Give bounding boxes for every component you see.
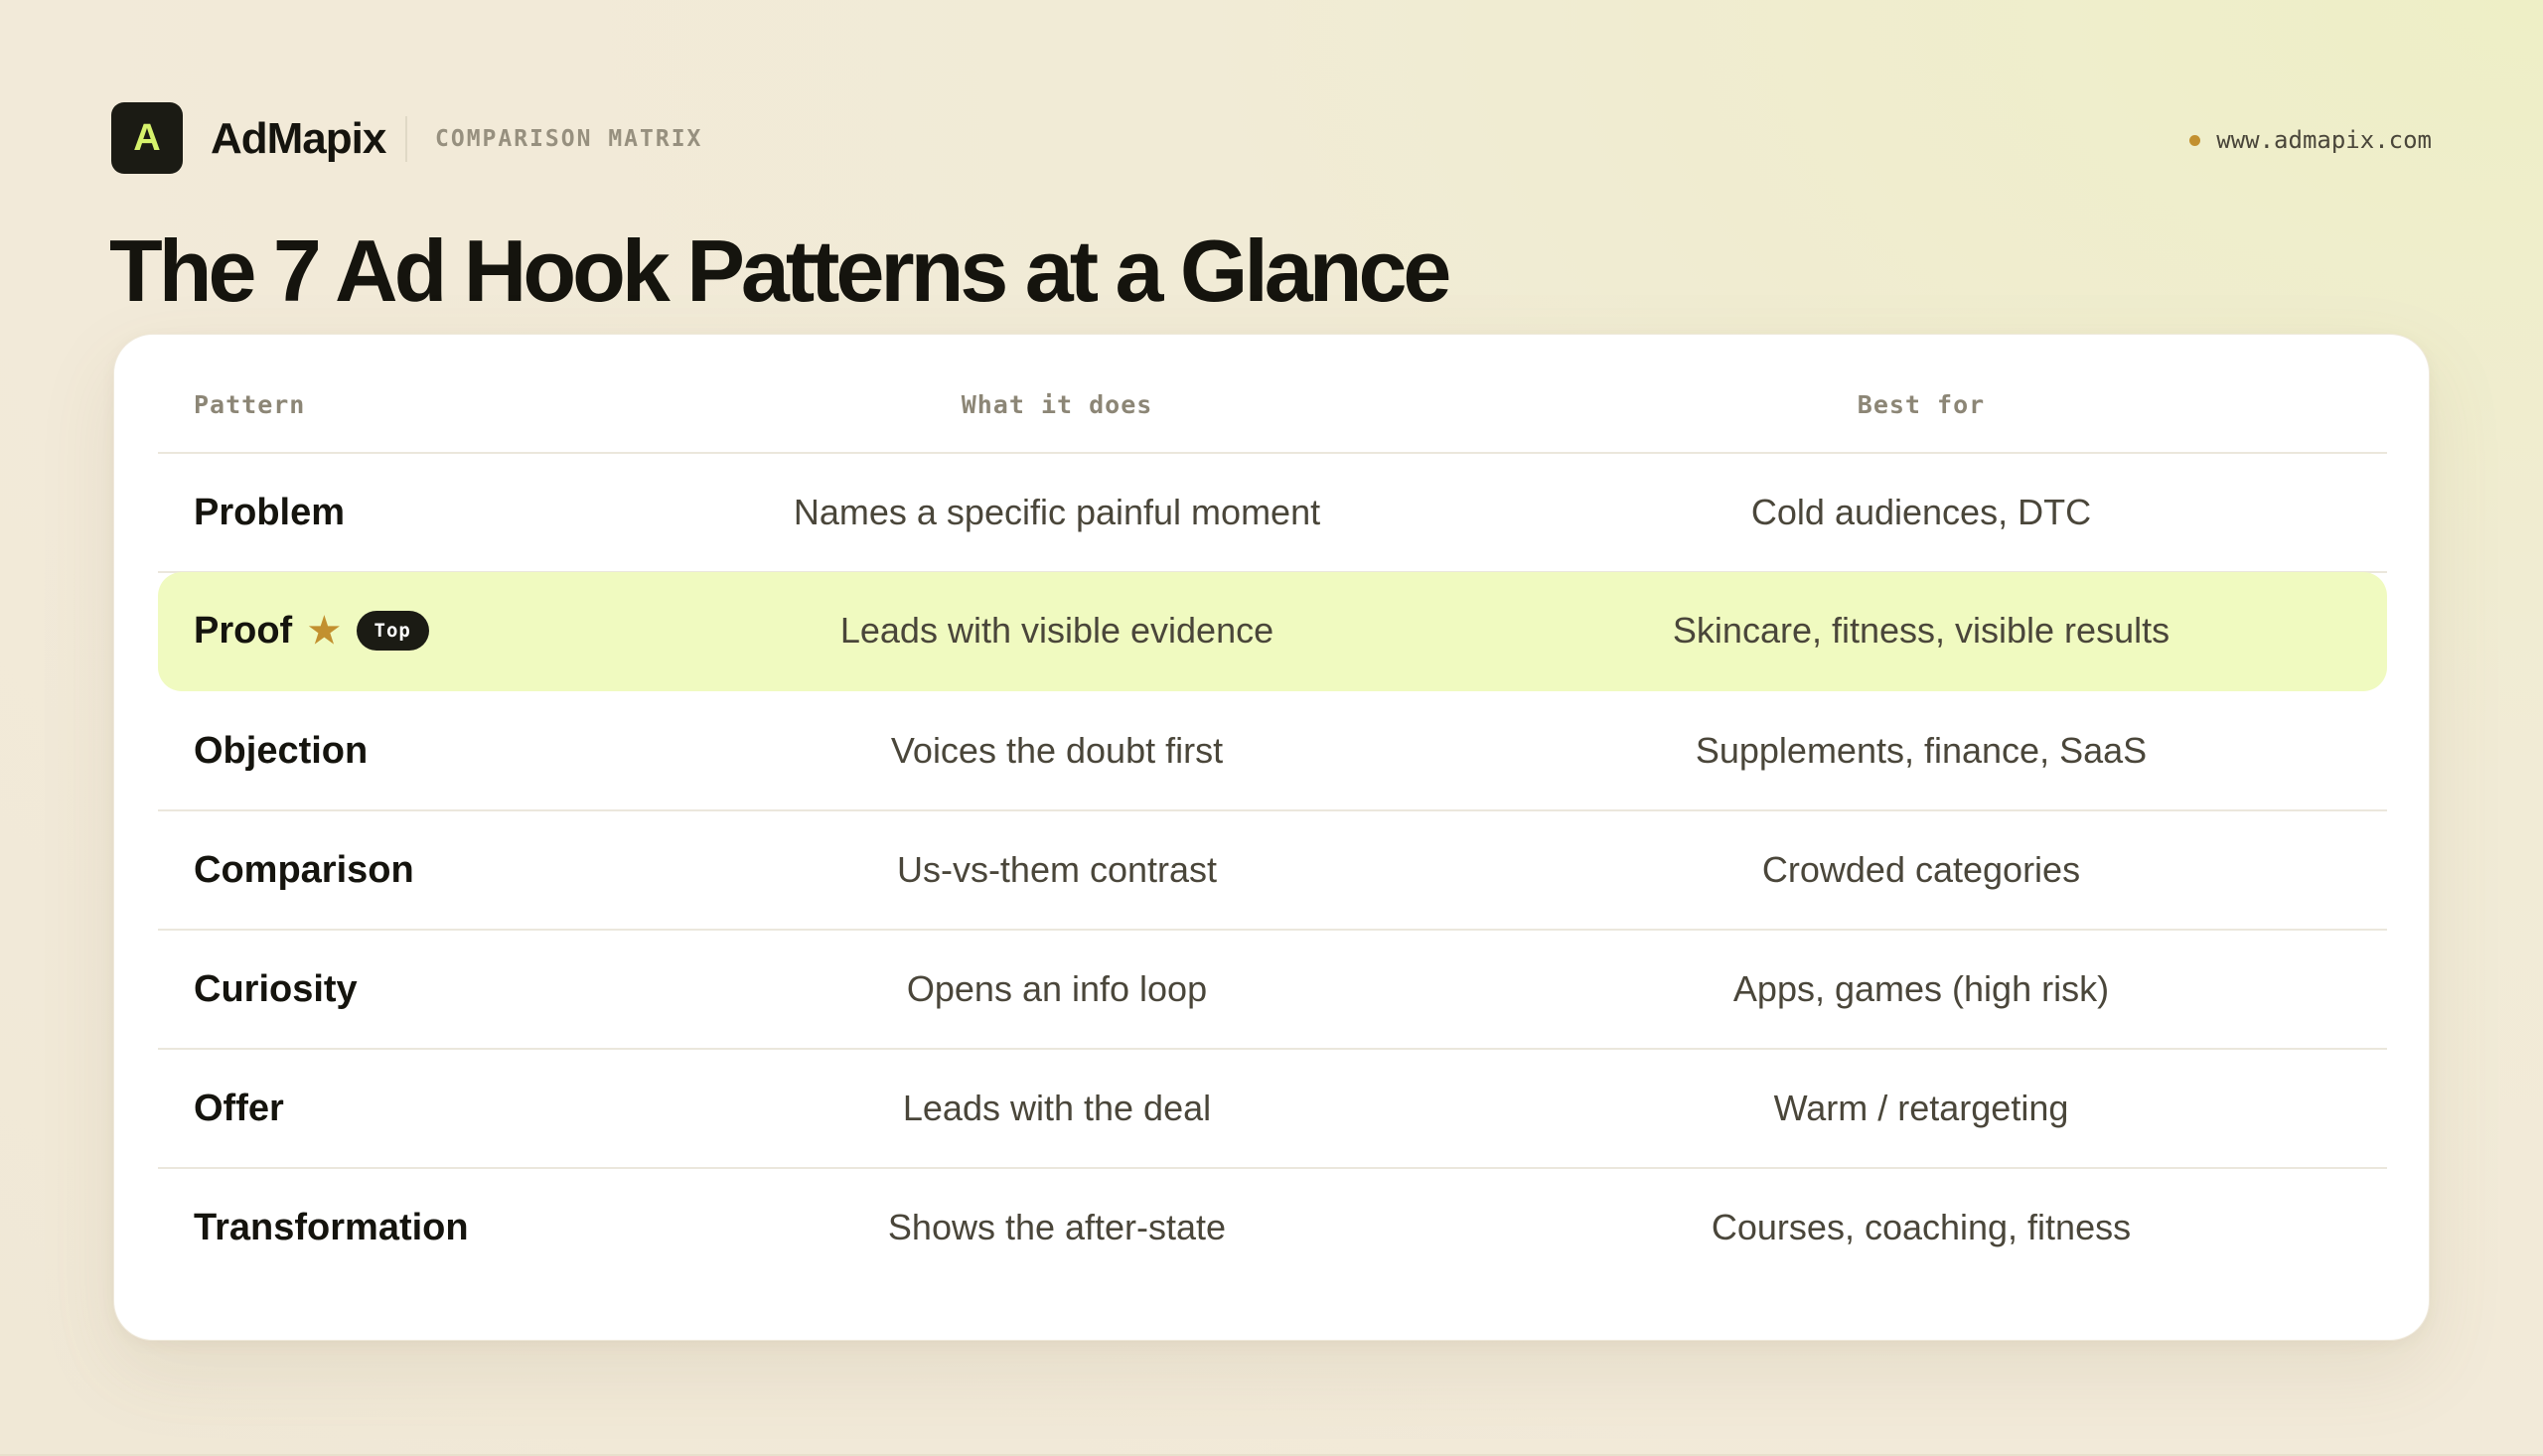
best-for: Cold audiences, DTC (1750, 492, 2092, 532)
best-for: Supplements, finance, SaaS (1695, 730, 2148, 771)
pattern-name: Transformation (194, 1206, 469, 1248)
table-row-highlighted: Proof ★ Top Leads with visible evidence … (158, 572, 2387, 691)
best-for: Skincare, fitness, visible results (1672, 610, 2170, 651)
pattern-name: Comparison (194, 848, 414, 891)
brand-name: AdMapix (211, 114, 386, 163)
best-for: Courses, coaching, fitness (1711, 1207, 2132, 1247)
pattern-name: Offer (194, 1087, 284, 1129)
what-it-does: Leads with the deal (902, 1088, 1212, 1128)
site-url-text: www.admapix.com (2216, 126, 2432, 154)
header: A AdMapix COMPARISON MATRIX www.admapix.… (111, 102, 2432, 176)
pattern-name: Curiosity (194, 967, 358, 1010)
table-row: Comparison Us-vs-them contrast Crowded c… (158, 811, 2387, 931)
what-it-does: Leads with visible evidence (839, 610, 1274, 651)
what-it-does: Names a specific painful moment (793, 492, 1321, 532)
best-for: Apps, games (high risk) (1732, 968, 2110, 1009)
column-header-pattern: Pattern (194, 390, 306, 419)
column-header-what-it-does: What it does (961, 390, 1153, 419)
table-row: Offer Leads with the deal Warm / retarge… (158, 1050, 2387, 1169)
column-header-best-for: Best for (1857, 390, 1986, 419)
table-row: Problem Names a specific painful moment … (158, 454, 2387, 573)
best-for: Crowded categories (1761, 849, 2081, 890)
comparison-table-card: Pattern What it does Best for Problem Na… (113, 334, 2430, 1341)
pattern-name: Objection (194, 729, 369, 772)
header-divider (405, 116, 407, 162)
star-icon: ★ (308, 610, 341, 651)
comparison-table: Pattern What it does Best for Problem Na… (158, 335, 2387, 1288)
section-label: COMPARISON MATRIX (435, 126, 703, 152)
table-row: Transformation Shows the after-state Cou… (158, 1169, 2387, 1288)
what-it-does: Voices the doubt first (890, 730, 1224, 771)
pattern-name: Proof (194, 609, 293, 652)
logo[interactable]: A (111, 102, 183, 174)
best-for: Warm / retargeting (1773, 1088, 2069, 1128)
table-header: Pattern What it does Best for (158, 335, 2387, 454)
top-badge: Top (356, 611, 429, 651)
page-title: The 7 Ad Hook Patterns at a Glance (109, 221, 1451, 320)
dot-icon (2189, 134, 2201, 146)
what-it-does: Shows the after-state (887, 1207, 1227, 1247)
pattern-name: Problem (194, 491, 346, 533)
pattern-name-cell: Proof ★ Top (194, 572, 429, 689)
what-it-does: Opens an info loop (906, 968, 1208, 1009)
what-it-does: Us-vs-them contrast (896, 849, 1218, 890)
logo-letter: A (133, 116, 161, 159)
site-url-link[interactable]: www.admapix.com (2189, 126, 2432, 154)
table-row: Objection Voices the doubt first Supplem… (158, 692, 2387, 811)
table-row: Curiosity Opens an info loop Apps, games… (158, 931, 2387, 1050)
